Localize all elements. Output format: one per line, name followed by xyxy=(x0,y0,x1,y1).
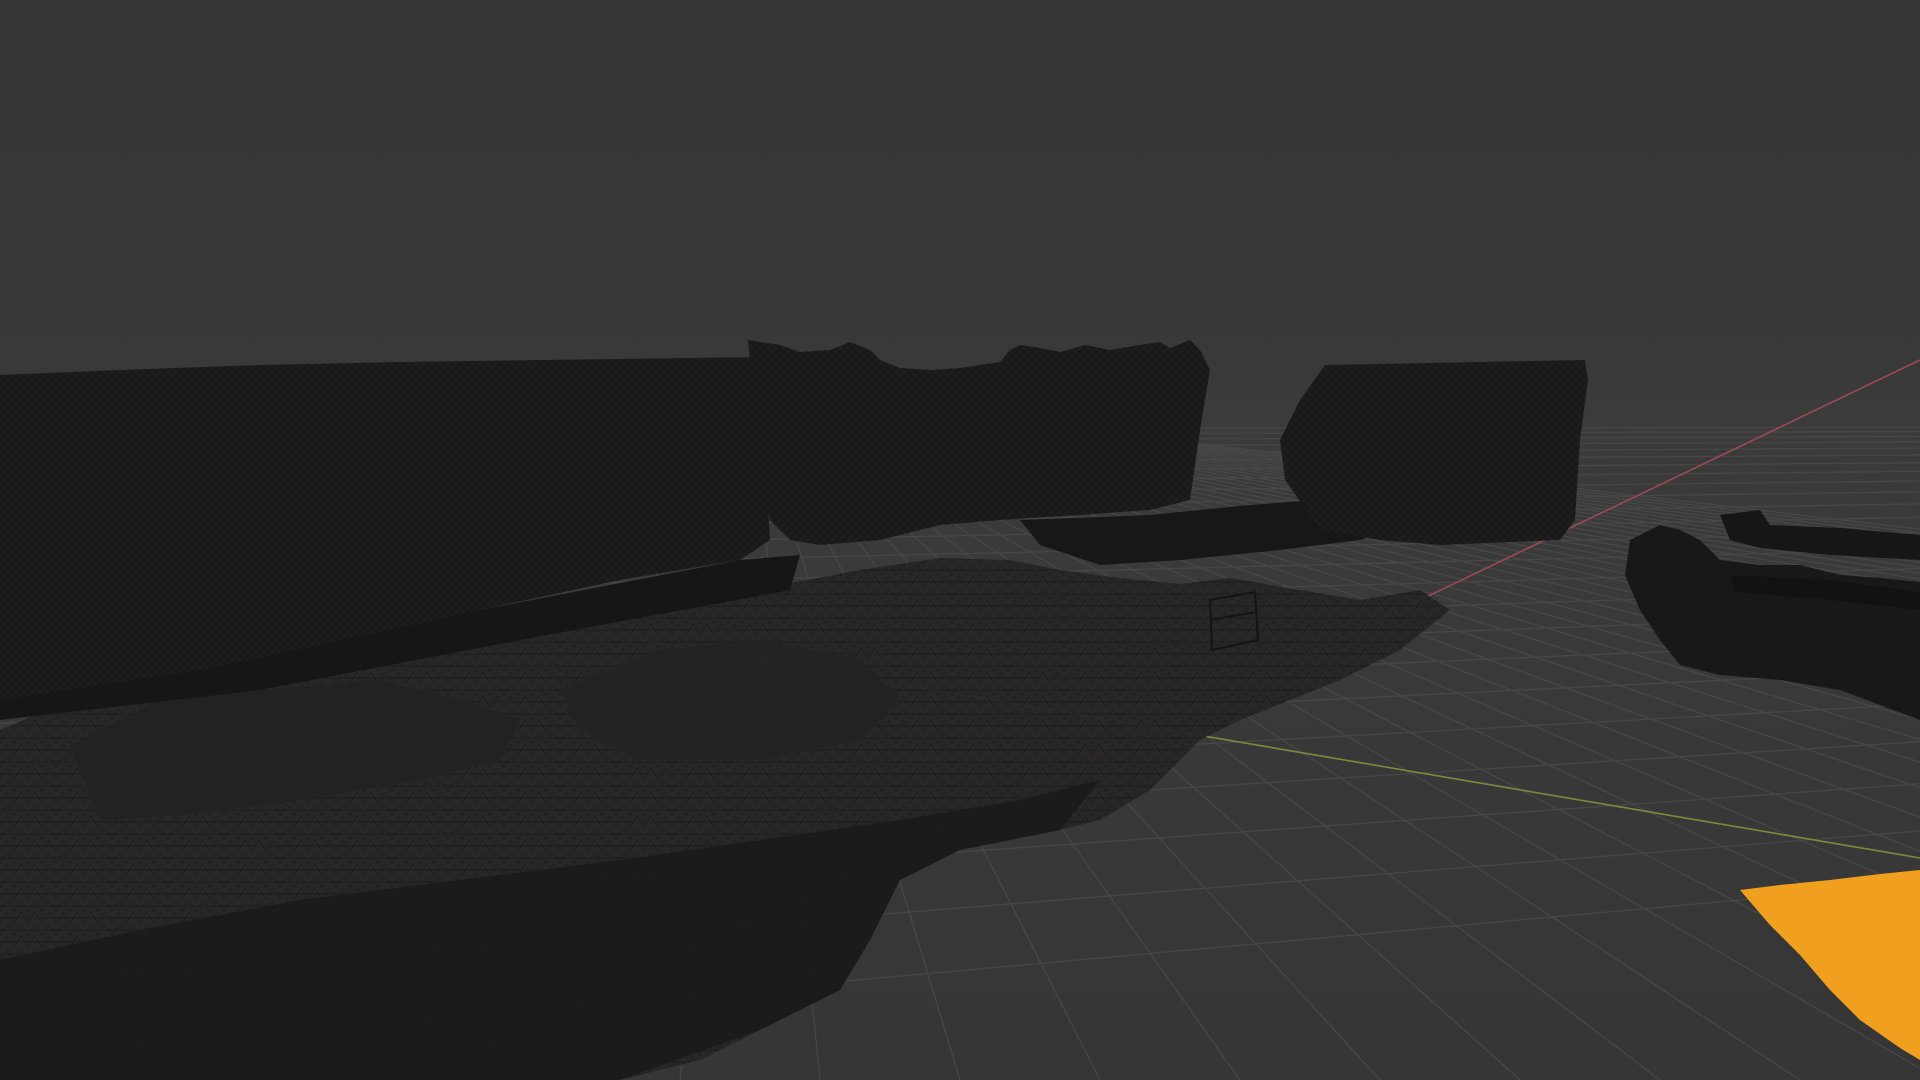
viewport-canvas[interactable] xyxy=(0,0,1920,1080)
3d-viewport[interactable] xyxy=(0,0,1920,1080)
rock-block-right[interactable] xyxy=(1280,360,1588,545)
